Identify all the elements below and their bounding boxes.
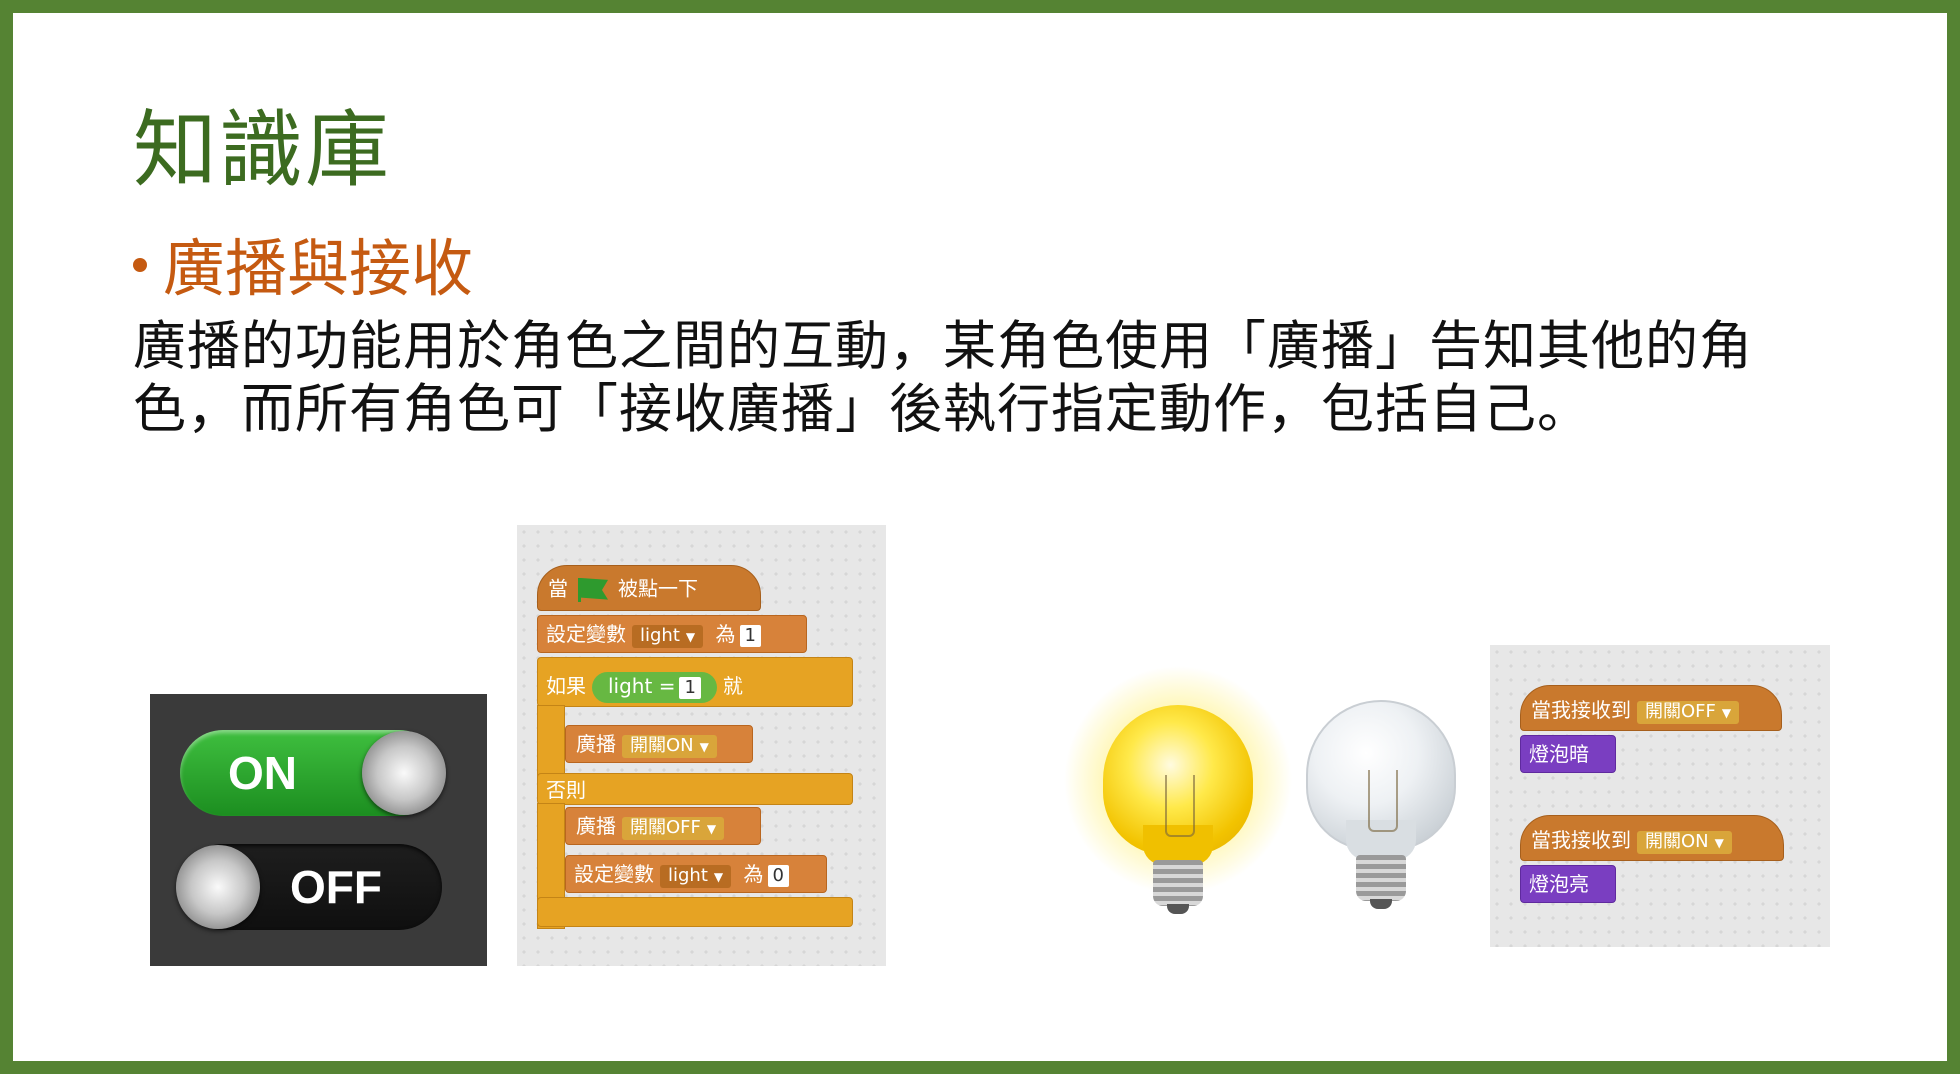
to-text: 為: [743, 862, 764, 886]
bulb-tip: [1167, 904, 1189, 914]
condition-value: 1: [679, 677, 701, 699]
green-flag-icon: [578, 578, 608, 602]
equals-text: =: [658, 674, 676, 698]
var-name: light: [668, 865, 708, 886]
broadcast-on-block: 廣播 開關ON ▼: [565, 725, 753, 763]
receive-text: 當我接收到: [1531, 698, 1631, 722]
bullet-heading: 廣播與接收: [133, 238, 473, 300]
bullet-text: 廣播與接收: [163, 232, 474, 305]
message-off: 開關OFF: [1645, 701, 1716, 722]
slide-title: 知識庫: [133, 101, 392, 199]
bulb-filament: [1165, 775, 1195, 837]
bulb-bright-block: 燈泡亮: [1520, 865, 1616, 903]
condition-block: light = 1: [592, 672, 717, 703]
if-block: 如果 light = 1 就: [537, 657, 853, 707]
value-slot: 1: [739, 625, 761, 647]
broadcast-text: 廣播: [576, 732, 616, 756]
if-text: 如果: [546, 674, 586, 698]
bulb-dark-text: 燈泡暗: [1529, 742, 1589, 766]
when-receive-on-block: 當我接收到 開關ON ▼: [1520, 815, 1784, 861]
scratch-script-panel: 當被點一下 設定變數 light ▼ 為1 如果 light = 1 就 廣播 開關ON ▼ …: [517, 525, 886, 966]
bulb-base: [1356, 855, 1406, 901]
when-flag-clicked-block: 當 被點一下: [537, 565, 761, 611]
set-var-text: 設定變數: [574, 862, 654, 886]
bullet-dot-icon: [133, 257, 147, 272]
variable-dropdown: light ▼: [660, 865, 732, 888]
variable-dropdown: light ▼: [632, 625, 704, 648]
bulb-filament: [1368, 770, 1398, 832]
message-dropdown: 開關OFF ▼: [622, 817, 725, 840]
dropdown-caret-icon: ▼: [685, 630, 696, 644]
clicked-text: 被點一下: [618, 576, 698, 601]
toggle-knob-icon: [176, 845, 260, 929]
message-on: 開關ON: [630, 735, 694, 756]
dropdown-caret-icon: ▼: [699, 740, 709, 754]
toggle-switch-image: ON OFF: [150, 694, 487, 966]
message-dropdown: 開關OFF ▼: [1637, 701, 1740, 724]
var-name: light: [640, 625, 680, 646]
dropdown-caret-icon: ▼: [1714, 836, 1724, 850]
set-var-text: 設定變數: [546, 622, 626, 646]
else-text: 否則: [546, 778, 586, 802]
on-label: ON: [228, 747, 297, 799]
when-receive-off-block: 當我接收到 開關OFF ▼: [1520, 685, 1782, 731]
to-text: 為: [715, 622, 736, 646]
broadcast-off-block: 廣播 開關OFF ▼: [565, 807, 761, 845]
then-text: 就: [722, 674, 743, 698]
dropdown-caret-icon: ▼: [1721, 706, 1732, 720]
bulb-base: [1153, 860, 1203, 906]
receive-text: 當我接收到: [1531, 828, 1631, 852]
unlit-bulb-icon: [1306, 700, 1456, 910]
receive-scripts-panel: 當我接收到 開關OFF ▼ 燈泡暗 當我接收到 開關ON ▼ 燈泡亮: [1490, 645, 1830, 947]
message-dropdown: 開關ON ▼: [1637, 831, 1732, 854]
set-variable-block: 設定變數 light ▼ 為1: [537, 615, 807, 653]
else-block: 否則: [537, 773, 853, 805]
message-off: 開關OFF: [630, 817, 701, 838]
broadcast-text: 廣播: [576, 814, 616, 838]
bulb-tip: [1370, 899, 1392, 909]
set-variable-block-2: 設定變數 light ▼ 為0: [565, 855, 827, 893]
dropdown-caret-icon: ▼: [706, 822, 717, 836]
message-on: 開關ON: [1645, 831, 1709, 852]
condition-var: light: [608, 674, 653, 698]
when-text: 當: [548, 576, 568, 601]
message-dropdown: 開關ON ▼: [622, 735, 717, 758]
if-else-end: [537, 897, 853, 927]
dropdown-caret-icon: ▼: [713, 870, 724, 884]
on-toggle: ON: [180, 730, 446, 816]
value-slot: 0: [767, 865, 789, 887]
lit-bulb-icon: [1063, 665, 1293, 915]
bulb-bright-text: 燈泡亮: [1529, 872, 1589, 896]
toggle-knob-icon: [362, 731, 446, 815]
body-paragraph: 廣播的功能用於角色之間的互動，某角色使用「廣播」告知其他的角色，而所有角色可「接…: [133, 316, 1753, 440]
bulb-dark-block: 燈泡暗: [1520, 735, 1616, 773]
off-toggle: OFF: [176, 844, 442, 930]
off-label: OFF: [290, 861, 382, 913]
